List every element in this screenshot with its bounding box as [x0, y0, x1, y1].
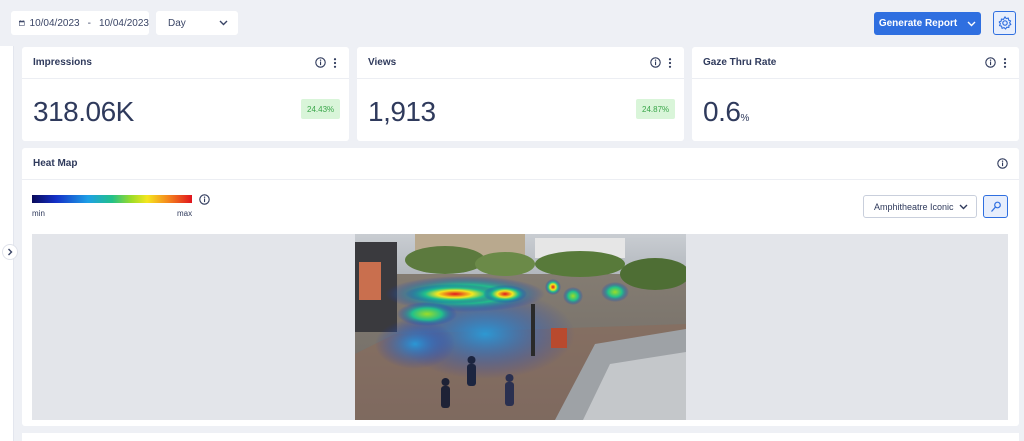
kpi-value: 1,913: [368, 96, 436, 128]
period-value: Day: [168, 17, 186, 29]
date-range-picker[interactable]: 10/04/2023 - 10/04/2023: [11, 11, 149, 35]
card-title: Gaze Thru Rate: [703, 57, 777, 68]
gaze-thru-rate-card: Gaze Thru Rate 0.6%: [692, 47, 1019, 141]
date-separator: -: [87, 17, 91, 29]
info-icon[interactable]: [985, 57, 996, 68]
info-icon[interactable]: [199, 194, 210, 205]
more-options-icon[interactable]: [333, 57, 337, 68]
legend-max-label: max: [177, 209, 193, 218]
period-select[interactable]: Day: [156, 11, 238, 35]
card-header: Impressions: [22, 47, 349, 79]
info-icon[interactable]: [650, 57, 661, 68]
card-header: Heat Map: [22, 148, 1019, 180]
date-start: 10/04/2023: [29, 17, 80, 29]
info-icon[interactable]: [315, 57, 326, 68]
heat-map-image: [355, 234, 686, 420]
kpi-value: 318.06K: [33, 96, 134, 128]
kpi-value: 0.6%: [703, 96, 749, 128]
calendar-icon: [19, 20, 25, 26]
settings-button[interactable]: [993, 11, 1016, 35]
camera-snapshot: [355, 234, 686, 420]
more-options-icon[interactable]: [668, 57, 672, 68]
filter-button[interactable]: [983, 195, 1008, 218]
views-card: Views 1,913 24.87%: [357, 47, 684, 141]
kpi-number: 318.06K: [33, 96, 134, 127]
generate-report-label: Generate Report: [878, 18, 958, 29]
info-icon[interactable]: [997, 158, 1008, 169]
card-title: Heat Map: [33, 158, 78, 169]
impressions-card: Impressions 318.06K 24.43%: [22, 47, 349, 141]
kpi-number: 1,913: [368, 96, 436, 127]
kpi-unit: %: [740, 113, 750, 124]
card-title: Views: [368, 57, 397, 68]
expand-sidebar-button[interactable]: [2, 244, 18, 260]
card-title: Impressions: [33, 57, 92, 68]
gear-icon: [998, 16, 1011, 30]
next-card: [22, 433, 1019, 441]
kpi-number: 0.6: [703, 96, 741, 127]
card-header: Gaze Thru Rate: [692, 47, 1019, 79]
chevron-right-icon: [8, 248, 13, 256]
top-toolbar: 10/04/2023 - 10/04/2023 Day Generate Rep…: [0, 0, 1024, 46]
more-options-icon[interactable]: [1003, 57, 1007, 68]
legend-min-label: min: [32, 209, 45, 218]
chevron-down-icon: [959, 204, 968, 209]
change-badge: 24.87%: [636, 99, 676, 119]
date-end: 10/04/2023: [98, 17, 149, 29]
filter-pin-icon: [990, 201, 1001, 212]
generate-report-button[interactable]: Generate Report: [874, 12, 981, 35]
camera-select[interactable]: Amphitheatre Iconic: [863, 195, 977, 218]
chevron-down-icon: [967, 21, 976, 26]
heat-legend-gradient: [32, 195, 192, 203]
heat-map-card: Heat Map min max Amphitheatre Iconic: [22, 148, 1019, 426]
camera-value: Amphitheatre Iconic: [874, 201, 954, 212]
heat-map-area: [32, 234, 1008, 420]
change-badge: 24.43%: [301, 99, 341, 119]
card-header: Views: [357, 47, 684, 79]
chevron-down-icon: [219, 20, 228, 26]
